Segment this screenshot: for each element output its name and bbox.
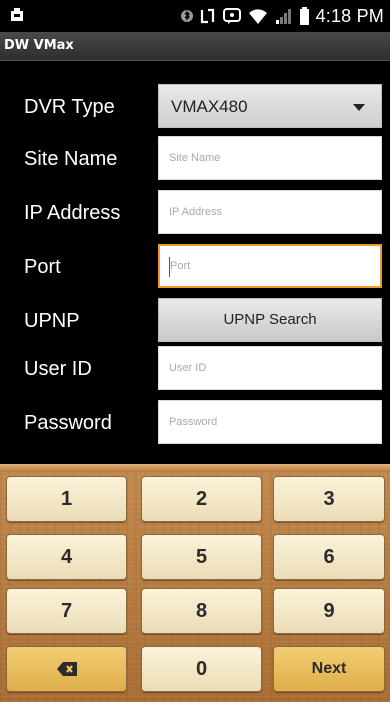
dvr-type-value: VMAX480 bbox=[171, 97, 248, 116]
site-name-row: Site Name bbox=[0, 136, 390, 182]
status-clock: 4:18 PM bbox=[315, 5, 384, 26]
nfc-icon bbox=[200, 8, 214, 24]
key-8[interactable]: 8 bbox=[141, 588, 262, 634]
dvr-type-select[interactable]: VMAX480 bbox=[158, 84, 382, 128]
backspace-key[interactable] bbox=[6, 646, 127, 692]
site-name-input[interactable] bbox=[159, 137, 381, 179]
key-4[interactable]: 4 bbox=[6, 534, 127, 580]
keypad-top-edge bbox=[0, 464, 390, 472]
upnp-label: UPNP bbox=[24, 310, 80, 332]
backspace-icon bbox=[56, 662, 77, 676]
port-row: Port bbox=[0, 244, 390, 290]
key-3[interactable]: 3 bbox=[273, 476, 385, 522]
key-7[interactable]: 7 bbox=[6, 588, 127, 634]
key-5[interactable]: 5 bbox=[141, 534, 262, 580]
ip-address-input[interactable] bbox=[159, 191, 381, 233]
key-2[interactable]: 2 bbox=[141, 476, 262, 522]
site-name-label: Site Name bbox=[24, 148, 118, 170]
dropdown-arrow-icon bbox=[353, 104, 365, 111]
dvr-type-label: DVR Type bbox=[24, 96, 115, 118]
password-input[interactable] bbox=[159, 401, 381, 443]
password-label: Password bbox=[24, 412, 112, 434]
screenshot-notification-icon bbox=[11, 8, 23, 21]
data-sync-icon bbox=[222, 8, 241, 24]
port-field[interactable] bbox=[158, 244, 382, 288]
password-row: Password bbox=[0, 400, 390, 446]
upnp-search-button[interactable]: UPNP Search bbox=[158, 298, 382, 342]
upnp-row: UPNP UPNP Search bbox=[0, 298, 390, 344]
status-bar: 4:18 PM bbox=[0, 0, 390, 32]
bluetooth-icon bbox=[180, 10, 193, 22]
next-key[interactable]: Next bbox=[273, 646, 385, 692]
ip-address-field[interactable] bbox=[158, 190, 382, 234]
password-field[interactable] bbox=[158, 400, 382, 444]
key-9[interactable]: 9 bbox=[273, 588, 385, 634]
text-cursor bbox=[169, 257, 170, 277]
port-input[interactable] bbox=[160, 246, 380, 286]
user-id-field[interactable] bbox=[158, 346, 382, 390]
signal-icon bbox=[275, 9, 291, 24]
app-title-bar: DW VMax bbox=[0, 32, 390, 61]
app-title: DW VMax bbox=[4, 38, 74, 53]
ip-address-row: IP Address bbox=[0, 190, 390, 236]
port-label: Port bbox=[24, 256, 61, 278]
user-id-row: User ID bbox=[0, 346, 390, 392]
numeric-keypad: 1 2 3 4 5 6 7 8 9 0 Next bbox=[0, 464, 390, 702]
user-id-input[interactable] bbox=[159, 347, 381, 389]
wifi-icon bbox=[248, 9, 267, 24]
key-1[interactable]: 1 bbox=[6, 476, 127, 522]
dvr-type-row: DVR Type VMAX480 bbox=[0, 84, 390, 130]
key-6[interactable]: 6 bbox=[273, 534, 385, 580]
ip-address-label: IP Address bbox=[24, 202, 121, 224]
status-icons: 4:18 PM bbox=[180, 5, 384, 26]
key-0[interactable]: 0 bbox=[141, 646, 262, 692]
user-id-label: User ID bbox=[24, 358, 92, 380]
battery-icon bbox=[299, 7, 309, 25]
site-name-field[interactable] bbox=[158, 136, 382, 180]
